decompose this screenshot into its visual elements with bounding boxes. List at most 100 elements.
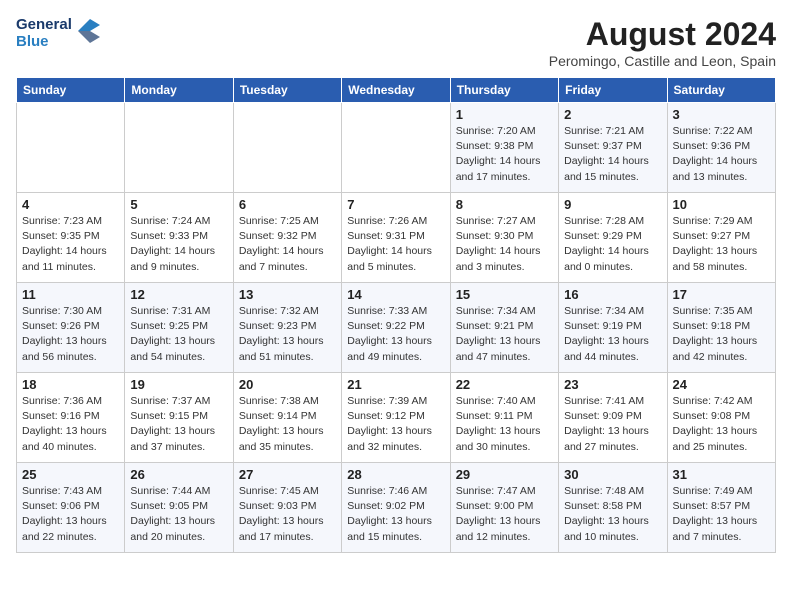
day-info: Sunrise: 7:47 AM Sunset: 9:00 PM Dayligh… [456,484,553,545]
day-info: Sunrise: 7:34 AM Sunset: 9:21 PM Dayligh… [456,304,553,365]
weekday-header-wednesday: Wednesday [342,78,450,103]
day-number: 5 [130,197,227,212]
calendar-cell: 24 Sunrise: 7:42 AM Sunset: 9:08 PM Dayli… [667,373,775,463]
calendar-week-3: 11 Sunrise: 7:30 AM Sunset: 9:26 PM Dayli… [17,283,776,373]
weekday-header-thursday: Thursday [450,78,558,103]
calendar-cell: 29 Sunrise: 7:47 AM Sunset: 9:00 PM Dayli… [450,463,558,553]
day-info: Sunrise: 7:42 AM Sunset: 9:08 PM Dayligh… [673,394,770,455]
calendar-cell: 12 Sunrise: 7:31 AM Sunset: 9:25 PM Dayli… [125,283,233,373]
day-number: 26 [130,467,227,482]
day-number: 3 [673,107,770,122]
day-number: 17 [673,287,770,302]
day-info: Sunrise: 7:26 AM Sunset: 9:31 PM Dayligh… [347,214,444,275]
calendar-cell: 5 Sunrise: 7:24 AM Sunset: 9:33 PM Daylig… [125,193,233,283]
day-info: Sunrise: 7:38 AM Sunset: 9:14 PM Dayligh… [239,394,336,455]
location-subtitle: Peromingo, Castille and Leon, Spain [549,53,776,69]
calendar-cell: 15 Sunrise: 7:34 AM Sunset: 9:21 PM Dayli… [450,283,558,373]
weekday-header-friday: Friday [559,78,667,103]
day-info: Sunrise: 7:32 AM Sunset: 9:23 PM Dayligh… [239,304,336,365]
logo: General Blue [16,16,100,51]
calendar-week-5: 25 Sunrise: 7:43 AM Sunset: 9:06 PM Dayli… [17,463,776,553]
day-number: 23 [564,377,661,392]
weekday-header-tuesday: Tuesday [233,78,341,103]
calendar-cell: 20 Sunrise: 7:38 AM Sunset: 9:14 PM Dayli… [233,373,341,463]
day-number: 31 [673,467,770,482]
calendar-cell: 18 Sunrise: 7:36 AM Sunset: 9:16 PM Dayli… [17,373,125,463]
calendar-week-1: 1 Sunrise: 7:20 AM Sunset: 9:38 PM Daylig… [17,103,776,193]
day-number: 15 [456,287,553,302]
calendar-cell: 3 Sunrise: 7:22 AM Sunset: 9:36 PM Daylig… [667,103,775,193]
calendar-cell: 23 Sunrise: 7:41 AM Sunset: 9:09 PM Dayli… [559,373,667,463]
calendar-cell: 25 Sunrise: 7:43 AM Sunset: 9:06 PM Dayli… [17,463,125,553]
day-info: Sunrise: 7:31 AM Sunset: 9:25 PM Dayligh… [130,304,227,365]
calendar-cell: 19 Sunrise: 7:37 AM Sunset: 9:15 PM Dayli… [125,373,233,463]
day-info: Sunrise: 7:43 AM Sunset: 9:06 PM Dayligh… [22,484,119,545]
day-number: 29 [456,467,553,482]
day-info: Sunrise: 7:30 AM Sunset: 9:26 PM Dayligh… [22,304,119,365]
day-info: Sunrise: 7:45 AM Sunset: 9:03 PM Dayligh… [239,484,336,545]
day-number: 11 [22,287,119,302]
day-number: 6 [239,197,336,212]
calendar-cell: 16Sunrise: 7:34 AM Sunset: 9:19 PM Dayli… [559,283,667,373]
calendar-cell: 8Sunrise: 7:27 AM Sunset: 9:30 PM Daylig… [450,193,558,283]
day-number: 18 [22,377,119,392]
calendar-cell: 17Sunrise: 7:35 AM Sunset: 9:18 PM Dayli… [667,283,775,373]
calendar-cell: 31 Sunrise: 7:49 AM Sunset: 8:57 PM Dayli… [667,463,775,553]
day-number: 7 [347,197,444,212]
day-info: Sunrise: 7:27 AM Sunset: 9:30 PM Dayligh… [456,214,553,275]
day-number: 2 [564,107,661,122]
day-info: Sunrise: 7:37 AM Sunset: 9:15 PM Dayligh… [130,394,227,455]
calendar-cell: 1 Sunrise: 7:20 AM Sunset: 9:38 PM Daylig… [450,103,558,193]
calendar-cell: 4 Sunrise: 7:23 AM Sunset: 9:35 PM Daylig… [17,193,125,283]
day-number: 4 [22,197,119,212]
calendar-cell: 13Sunrise: 7:32 AM Sunset: 9:23 PM Dayli… [233,283,341,373]
day-number: 19 [130,377,227,392]
day-number: 12 [130,287,227,302]
day-number: 9 [564,197,661,212]
day-info: Sunrise: 7:29 AM Sunset: 9:27 PM Dayligh… [673,214,770,275]
day-info: Sunrise: 7:20 AM Sunset: 9:38 PM Dayligh… [456,124,553,185]
day-number: 10 [673,197,770,212]
day-info: Sunrise: 7:36 AM Sunset: 9:16 PM Dayligh… [22,394,119,455]
logo-text: General Blue [16,16,72,51]
day-info: Sunrise: 7:46 AM Sunset: 9:02 PM Dayligh… [347,484,444,545]
day-info: Sunrise: 7:40 AM Sunset: 9:11 PM Dayligh… [456,394,553,455]
calendar-cell: 14Sunrise: 7:33 AM Sunset: 9:22 PM Dayli… [342,283,450,373]
calendar-table: SundayMondayTuesdayWednesdayThursdayFrid… [16,77,776,553]
page-header: General Blue August 2024 Peromingo, Cast… [16,16,776,69]
calendar-cell: 30Sunrise: 7:48 AM Sunset: 8:58 PM Dayli… [559,463,667,553]
day-number: 20 [239,377,336,392]
day-info: Sunrise: 7:22 AM Sunset: 9:36 PM Dayligh… [673,124,770,185]
calendar-week-4: 18 Sunrise: 7:36 AM Sunset: 9:16 PM Dayli… [17,373,776,463]
day-number: 14 [347,287,444,302]
calendar-cell: 21Sunrise: 7:39 AM Sunset: 9:12 PM Dayli… [342,373,450,463]
day-info: Sunrise: 7:39 AM Sunset: 9:12 PM Dayligh… [347,394,444,455]
day-number: 25 [22,467,119,482]
title-block: August 2024 Peromingo, Castille and Leon… [549,16,776,69]
calendar-cell: 27Sunrise: 7:45 AM Sunset: 9:03 PM Dayli… [233,463,341,553]
calendar-cell [233,103,341,193]
day-info: Sunrise: 7:28 AM Sunset: 9:29 PM Dayligh… [564,214,661,275]
day-number: 1 [456,107,553,122]
calendar-week-2: 4 Sunrise: 7:23 AM Sunset: 9:35 PM Daylig… [17,193,776,283]
calendar-cell: 26Sunrise: 7:44 AM Sunset: 9:05 PM Dayli… [125,463,233,553]
calendar-cell: 7 Sunrise: 7:26 AM Sunset: 9:31 PM Daylig… [342,193,450,283]
day-info: Sunrise: 7:21 AM Sunset: 9:37 PM Dayligh… [564,124,661,185]
day-info: Sunrise: 7:34 AM Sunset: 9:19 PM Dayligh… [564,304,661,365]
weekday-header-monday: Monday [125,78,233,103]
calendar-cell [17,103,125,193]
calendar-cell [125,103,233,193]
calendar-cell: 22 Sunrise: 7:40 AM Sunset: 9:11 PM Dayli… [450,373,558,463]
calendar-cell: 10 Sunrise: 7:29 AM Sunset: 9:27 PM Dayli… [667,193,775,283]
day-number: 22 [456,377,553,392]
calendar-cell: 28Sunrise: 7:46 AM Sunset: 9:02 PM Dayli… [342,463,450,553]
day-info: Sunrise: 7:41 AM Sunset: 9:09 PM Dayligh… [564,394,661,455]
calendar-cell [342,103,450,193]
month-year-title: August 2024 [549,16,776,53]
calendar-cell: 2 Sunrise: 7:21 AM Sunset: 9:37 PM Daylig… [559,103,667,193]
day-info: Sunrise: 7:49 AM Sunset: 8:57 PM Dayligh… [673,484,770,545]
day-info: Sunrise: 7:24 AM Sunset: 9:33 PM Dayligh… [130,214,227,275]
day-number: 24 [673,377,770,392]
day-info: Sunrise: 7:23 AM Sunset: 9:35 PM Dayligh… [22,214,119,275]
weekday-header-row: SundayMondayTuesdayWednesdayThursdayFrid… [17,78,776,103]
